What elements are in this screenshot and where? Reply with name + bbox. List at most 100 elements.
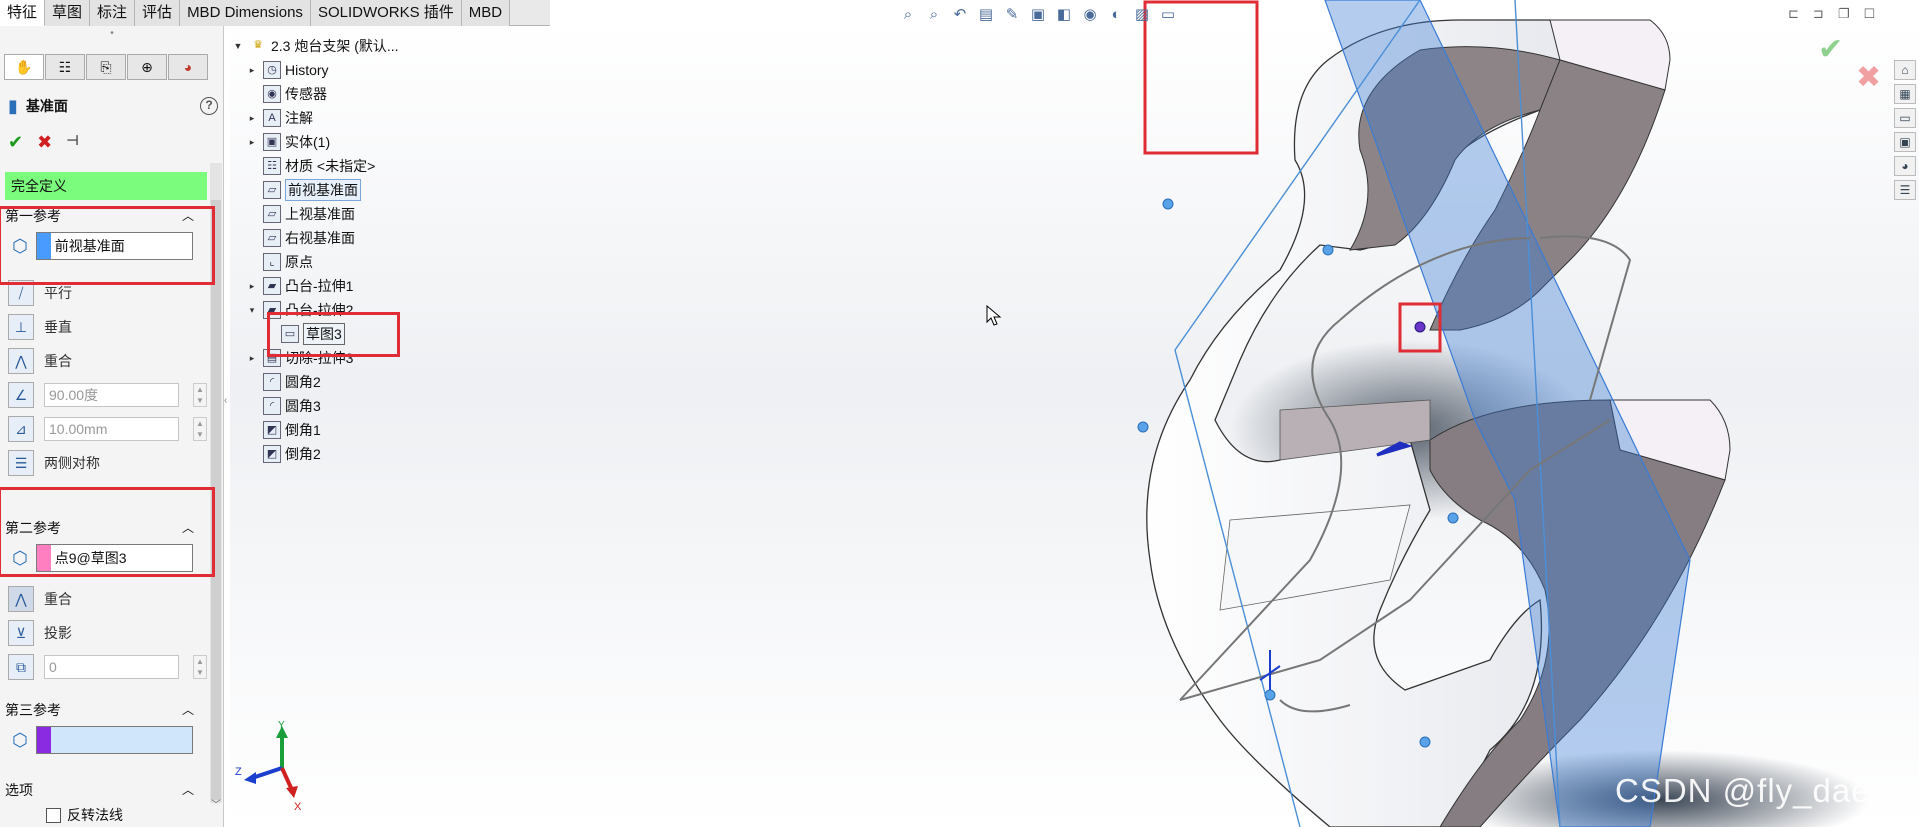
tree-item[interactable]: ◩ 倒角2 [245,442,321,466]
tree-item[interactable]: ▸ ▣ 实体(1) [245,130,330,154]
tree-root[interactable]: ▼ ♛ 2.3 炮台支架 (默认... [231,34,399,58]
projection-icon: ⊻ [8,620,34,646]
cancel-x-icon[interactable]: ✖ [37,132,52,154]
expand-arrow-icon[interactable]: ▸ [245,65,259,76]
option-perpendicular[interactable]: ⊥ 垂直 [8,310,208,344]
tree-item[interactable]: ▸ ▰ 凸台-拉伸1 [245,274,353,298]
tab-featuremanager[interactable]: ✋ [4,54,44,80]
tree-item[interactable]: ▸ ◷ History [245,58,329,82]
scene-icon[interactable]: ▨ [1132,5,1152,25]
angle-spinner[interactable]: ▲ ▼ [193,383,207,407]
third-reference-header[interactable]: 第三参考 ︿ [0,698,202,722]
tree-item[interactable]: ◜ 圆角2 [245,370,321,394]
panel-grip[interactable]: • [0,26,224,42]
angle-icon[interactable]: ∠ [8,382,34,408]
options-header[interactable]: 选项 ︿ [0,778,202,802]
distance-icon[interactable]: ⊿ [8,416,34,442]
tree-item-label: 原点 [285,254,313,270]
coincident-icon: ⋀ [8,348,34,374]
tab-sketch[interactable]: 草图 [45,0,91,26]
tree-item[interactable]: ▱ 前视基准面 [245,178,361,202]
pushpin-icon[interactable]: ⊣ [66,132,79,154]
expand-arrow-icon[interactable]: ▾ [245,305,259,316]
option-coincident[interactable]: ⋀ 重合 [8,344,208,378]
tab-propertymanager[interactable]: ☷ [45,54,85,80]
split-view-2-icon[interactable]: ⊐ [1813,6,1824,22]
tree-item[interactable]: ⌞ 原点 [245,250,313,274]
expand-arrow-icon[interactable]: ▸ [245,353,259,364]
collapse-caret-icon[interactable]: ︿ [182,698,194,722]
tab-markup[interactable]: 标注 [90,0,136,26]
dynamic-annotation-icon[interactable]: ✎ [1002,5,1022,25]
view-palette-icon[interactable]: ▣ [1894,132,1916,152]
count-icon[interactable]: ⧉ [8,654,34,680]
view-orientation-icon[interactable]: ▣ [1028,5,1048,25]
third-reference-field[interactable] [35,726,193,754]
material-icon: ☷ [263,157,281,175]
option-coincident-2[interactable]: ⋀ 重合 [8,582,208,616]
option-projection[interactable]: ⊻ 投影 [8,616,208,650]
tab-configurationmanager[interactable]: ⎘ [86,54,126,80]
confirm-ok-icon[interactable]: ✔ [1818,32,1843,67]
tab-evaluate[interactable]: 评估 [135,0,181,26]
split-view-icon[interactable]: ⊏ [1788,6,1799,22]
expand-arrow-icon[interactable]: ▸ [245,137,259,148]
maximize-icon[interactable]: ☐ [1863,6,1875,22]
angle-row: ∠ 90.00度 ▲ ▼ [8,378,208,412]
zoom-to-area-icon[interactable]: ⌕ [924,5,944,25]
tab-display-manager[interactable]: ◕ [168,54,208,80]
design-library-icon[interactable]: ▦ [1894,84,1916,104]
highlight-box-second-ref [0,487,215,577]
mid-plane-icon: ☰ [8,450,34,476]
file-explorer-icon[interactable]: ▭ [1894,108,1916,128]
selected-point-9[interactable] [1414,321,1426,333]
count-spinner[interactable]: ▲ ▼ [193,655,207,679]
edit-appearance-icon[interactable]: ◐ [1106,5,1126,25]
collapse-caret-icon[interactable]: ︿ [182,778,194,802]
flip-normal-option[interactable]: 反转法线 [0,802,210,827]
display-style-icon[interactable]: ◧ [1054,5,1074,25]
hide-show-icon[interactable]: ◉ [1080,5,1100,25]
angle-input[interactable]: 90.00度 [44,383,179,407]
count-row: ⧉ 0 ▲ ▼ [8,650,208,684]
fillet-icon: ◜ [263,373,281,391]
third-reference-row: ⬡ [0,722,210,758]
confirm-cancel-icon[interactable]: ✖ [1856,60,1881,95]
zoom-to-fit-icon[interactable]: ⌕ [898,5,918,25]
flip-normal-checkbox[interactable] [46,807,61,823]
tree-item[interactable]: ☷ 材质 <未指定> [245,154,375,178]
distance-spinner[interactable]: ▲ ▼ [193,417,207,441]
expand-arrow-icon[interactable]: ▸ [245,113,259,124]
tree-item[interactable]: ▱ 上视基准面 [245,202,355,226]
help-icon[interactable]: ? [200,97,218,115]
solid-body-icon: ▣ [263,133,281,151]
tree-item[interactable]: ◜ 圆角3 [245,394,321,418]
tree-item[interactable]: ◉ 传感器 [245,82,327,106]
appearances-icon[interactable]: ◕ [1894,156,1916,176]
custom-properties-icon[interactable]: ☰ [1894,180,1916,200]
previous-view-icon[interactable]: ↶ [950,5,970,25]
distance-row: ⊿ 10.00mm ▲ ▼ [8,412,208,446]
tree-item[interactable]: ▸ A 注解 [245,106,313,130]
option-mid-plane[interactable]: ☰ 两侧对称 [8,446,208,480]
tree-item[interactable]: ◩ 倒角1 [245,418,321,442]
home-icon[interactable]: ⌂ [1894,60,1916,80]
section-view-icon[interactable]: ▤ [976,5,996,25]
restore-icon[interactable]: ❐ [1838,6,1850,22]
count-input[interactable]: 0 [44,655,179,679]
tree-item-label: 实体(1) [285,134,331,150]
coincident-icon: ⋀ [8,586,34,612]
ok-check-icon[interactable]: ✔ [8,132,23,154]
distance-input[interactable]: 10.00mm [44,417,179,441]
tab-dimxpert[interactable]: ⊕ [127,54,167,80]
tree-item-label: 凸台-拉伸1 [285,278,354,294]
tab-features[interactable]: 特征 [0,0,46,26]
tree-item-label: 材质 <未指定> [285,158,376,174]
scroll-down-icon[interactable]: ﹀ [211,796,221,811]
tree-item-label: 上视基准面 [285,206,355,222]
tree-item[interactable]: ▱ 右视基准面 [245,226,355,250]
panel-splitter[interactable]: ‹ [224,395,230,435]
expand-arrow-icon[interactable]: ▼ [231,41,245,51]
expand-arrow-icon[interactable]: ▸ [245,281,259,292]
view-settings-icon[interactable]: ▭ [1158,5,1178,25]
